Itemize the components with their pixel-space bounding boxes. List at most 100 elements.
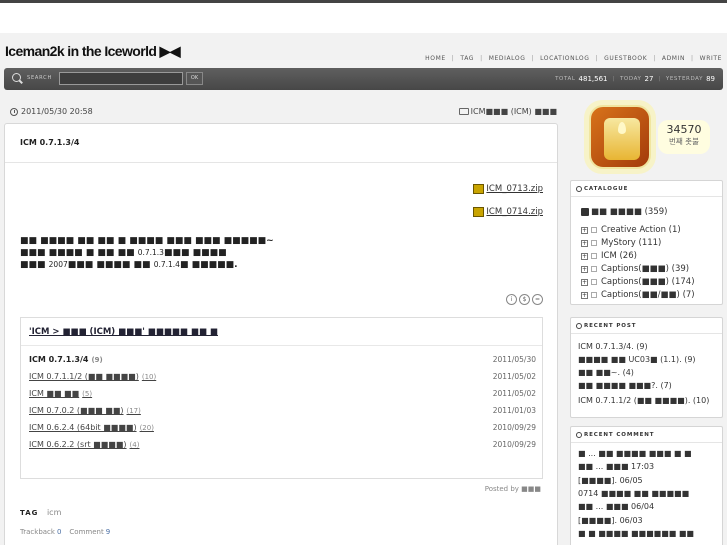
license-icons: i $ = [504,294,543,305]
nav-medialog[interactable]: MEDIALOG [489,55,526,62]
recent-post-item[interactable]: ICM 0.7.1.3/4. (9) [578,342,648,351]
body-text: ■■■ ■■■■ ■ ■■ ■■ [20,248,135,258]
posted-by: Posted by ■■■ [484,485,541,493]
bullet-icon [576,322,582,329]
comment-link[interactable]: Comment [69,528,103,536]
post-category[interactable]: ICM■■■ (ICM) ■■■ [458,107,557,116]
recent-comment-item[interactable]: ■■ ... ■■■ 17:03 [578,462,654,472]
related-post-title[interactable]: ICM ■■ ■■ (5) [29,389,92,398]
related-row[interactable]: ICM 0.6.2.4 (64bit ■■■■) (20) 2010/09/29 [29,423,536,435]
attachment-name[interactable]: ICM_0713.zip [486,184,543,194]
catalogue-item[interactable]: + Captions(■■/■■) (7) [581,290,695,300]
related-title-text[interactable]: ICM 0.7.0.2 (■■■ ■■) [29,406,124,415]
recent-post-item[interactable]: ■■■■ ■■ UC03■ (1.1). (9) [578,355,696,364]
version-text: 0.7.1.3 [137,248,164,257]
recent-comment-item[interactable]: ■■ ... ■■■ 06/04 [578,502,654,512]
catalogue-item-label[interactable]: ICM (26) [601,251,637,261]
post-title[interactable]: ICM 0.7.1.3/4 [20,138,79,147]
comment-count: (4) [129,441,140,449]
catalogue-item-label[interactable]: Creative Action (1) [601,225,681,235]
recent-comment-item[interactable]: 0714 ■■■■ ■■ ■■■■■ [578,489,689,499]
catalogue-item[interactable]: + Creative Action (1) [581,225,681,235]
catalogue-item[interactable]: + Captions(■■■) (174) [581,277,695,287]
related-title-text[interactable]: ICM 0.7.1.1/2 (■■ ■■■■) [29,372,139,381]
comment-count: (5) [82,390,93,398]
site-title[interactable]: Iceman2k in the Iceworld ▶◀ [5,43,181,60]
related-row[interactable]: ICM ■■ ■■ (5) 2011/05/02 [29,389,536,401]
catalogue-root[interactable]: ■■ ■■■■ (359) [581,207,667,217]
recent-post-item[interactable]: ■■ ■■■■ ■■■?. (7) [578,381,672,390]
today-label: TODAY [619,76,642,82]
body-text: ■■■ [20,260,46,270]
related-row[interactable]: ICM 0.7.1.1/2 (■■ ■■■■) (10) 2011/05/02 [29,372,536,384]
attachment-link[interactable]: ICM_0713.zip [473,184,543,194]
trackback-count[interactable]: 0 [57,528,61,536]
nav-write[interactable]: WRITE [700,55,722,62]
catalogue-box: CATALOGUE ■■ ■■■■ (359) + Creative Action… [570,180,723,305]
post-category-text[interactable]: ICM■■■ (ICM) ■■■ [471,107,557,116]
expand-icon[interactable]: + [581,226,588,234]
info-icon[interactable]: i [506,294,517,305]
divider [5,162,557,163]
catalogue-item[interactable]: + ICM (26) [581,251,637,261]
related-title-text[interactable]: ICM ■■ ■■ [29,389,79,398]
comment-count: (10) [141,373,157,381]
related-post-title[interactable]: ICM 0.6.2.4 (64bit ■■■■) (20) [29,423,154,432]
catalogue-item-label[interactable]: MyStory (111) [601,238,661,248]
folder-icon [591,292,597,298]
tag-label: TAG [20,509,39,517]
expand-icon[interactable]: + [581,291,588,299]
expand-icon[interactable]: + [581,278,588,286]
expand-icon[interactable]: + [581,239,588,247]
equal-icon[interactable]: = [532,294,543,305]
related-post-title[interactable]: ICM 0.7.1.3/4 (9) [29,355,103,364]
related-row[interactable]: ICM 0.7.0.2 (■■■ ■■) (17) 2011/01/03 [29,406,536,418]
related-title-text[interactable]: ICM 0.6.2.4 (64bit ■■■■) [29,423,137,432]
related-post-title[interactable]: ICM 0.7.1.1/2 (■■ ■■■■) (10) [29,372,156,381]
folder-icon [591,279,597,285]
counter-bubble: 34570 번째 촛불 [658,120,710,154]
comment-count[interactable]: 9 [106,528,110,536]
catalogue-root-label[interactable]: ■■ ■■■■ (359) [591,207,667,217]
recent-comment-item[interactable]: ■ ■ ■■■■ ■■■■■■ ■■ [578,529,694,539]
catalogue-item[interactable]: + MyStory (111) [581,238,661,248]
recent-comment-item[interactable]: [■■■■]. 06/05 [578,476,643,486]
search-ok-button[interactable]: OK [186,72,203,85]
noncommercial-icon[interactable]: $ [519,294,530,305]
related-title-text[interactable]: ICM 0.6.2.2 (srt ■■■■) [29,440,127,449]
nav-admin[interactable]: ADMIN [662,55,685,62]
nav-tag[interactable]: TAG [460,55,474,62]
related-post-title[interactable]: ICM 0.7.0.2 (■■■ ■■) (17) [29,406,141,415]
recent-post-item[interactable]: ICM 0.7.1.1/2 (■■ ■■■■). (10) [578,396,709,405]
attachment-name[interactable]: ICM_0714.zip [486,207,543,217]
expand-icon[interactable]: + [581,252,588,260]
trackback-link[interactable]: Trackback [20,528,55,536]
attachment-link[interactable]: ICM_0714.zip [473,207,543,217]
nav-separator: | [480,55,483,62]
recent-comment-item[interactable]: ■ ... ■■ ■■■■ ■■■ ■ ■ [578,449,692,459]
year-text: 2007 [48,260,68,269]
tag-link[interactable]: icm [47,508,61,517]
related-post-title[interactable]: ICM 0.6.2.2 (srt ■■■■) (4) [29,440,139,449]
related-title-text[interactable]: ICM 0.7.1.3/4 [29,355,88,364]
nav-guestbook[interactable]: GUESTBOOK [604,55,647,62]
search-input[interactable] [59,72,183,85]
catalogue-item-label[interactable]: Captions(■■■) (39) [601,264,689,274]
recent-post-item[interactable]: ■■ ■■~. (4) [578,368,634,377]
related-row[interactable]: ICM 0.7.1.3/4 (9) 2011/05/30 [29,355,536,367]
recent-comment-item[interactable]: [■■■■]. 06/03 [578,516,643,526]
nav-home[interactable]: HOME [425,55,446,62]
version-text: 0.7.1.4 [153,260,180,269]
candle-icon[interactable] [589,105,651,169]
related-date: 2010/09/29 [492,423,536,432]
related-title[interactable]: 'ICM > ■■■ (ICM) ■■■' ■■■■■ ■■ ■ [29,327,218,337]
catalogue-item-label[interactable]: Captions(■■■) (174) [601,277,695,287]
expand-icon[interactable]: + [581,265,588,273]
nav-separator: | [691,55,694,62]
comment-count: (20) [139,424,154,432]
folder-icon [591,227,597,233]
related-row[interactable]: ICM 0.6.2.2 (srt ■■■■) (4) 2010/09/29 [29,440,536,452]
nav-locationlog[interactable]: LOCATIONLOG [540,55,589,62]
catalogue-item-label[interactable]: Captions(■■/■■) (7) [601,290,695,300]
catalogue-item[interactable]: + Captions(■■■) (39) [581,264,689,274]
